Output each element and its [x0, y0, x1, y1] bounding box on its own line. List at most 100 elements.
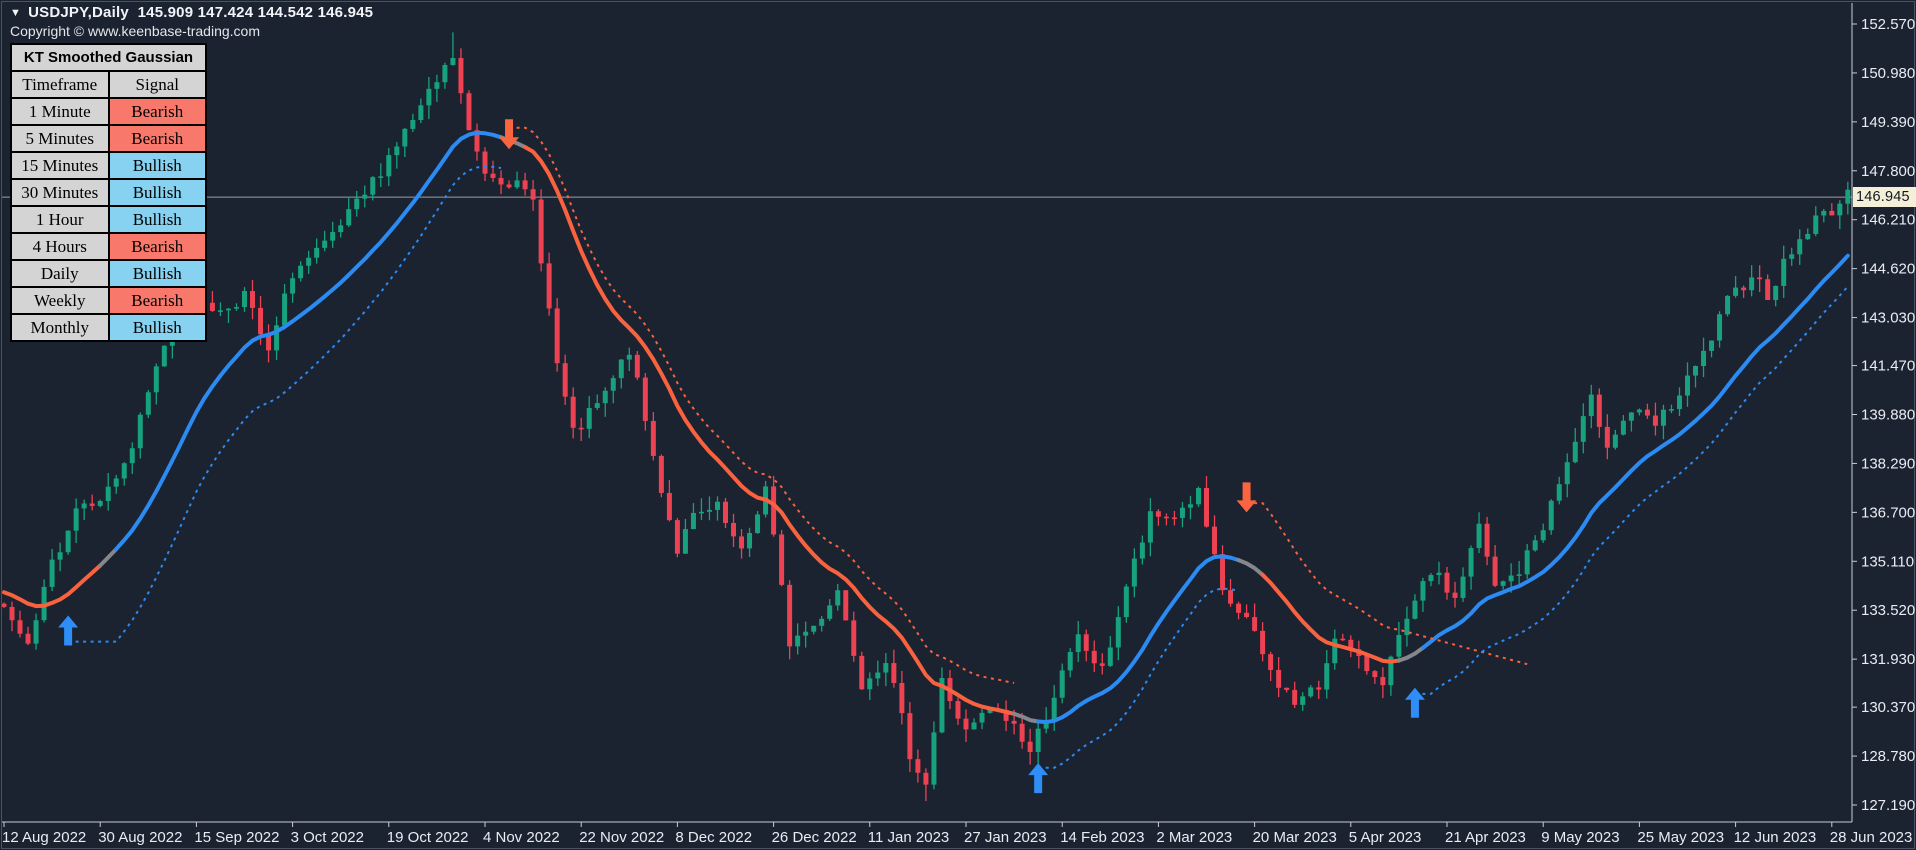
candle — [426, 88, 432, 106]
candle — [1821, 210, 1827, 216]
candle — [225, 308, 231, 311]
candle — [1596, 394, 1602, 427]
candle — [1604, 426, 1610, 448]
candle — [1701, 350, 1707, 367]
symbol-period-label: USDJPY,Daily — [28, 4, 129, 21]
candle — [506, 184, 512, 188]
candle — [442, 65, 448, 83]
candle — [731, 522, 737, 537]
candle — [1380, 677, 1386, 686]
candle — [1027, 741, 1033, 752]
candle — [1668, 409, 1674, 411]
candle — [153, 366, 159, 393]
candle — [458, 58, 464, 94]
candle — [1139, 542, 1145, 559]
candle — [546, 263, 552, 309]
candle — [578, 427, 584, 430]
x-axis-label: 11 Jan 2023 — [868, 829, 949, 846]
signal-cell: Bearish — [107, 97, 207, 126]
candle — [1725, 295, 1731, 315]
candle — [835, 590, 841, 606]
signal-cell: Bullish — [107, 313, 207, 342]
price-chart-canvas[interactable]: 152.570 150.980 149.390 147.800 146.210 144.6… — [0, 0, 1916, 850]
candle — [498, 177, 504, 185]
candle — [698, 511, 704, 514]
candle — [145, 392, 151, 415]
candle — [891, 663, 897, 683]
candle — [322, 240, 328, 248]
candle — [554, 308, 560, 364]
timeframe-cell: 4 Hours — [10, 232, 110, 261]
x-axis-label: 19 Oct 2022 — [387, 829, 469, 846]
timeframe-cell: 30 Minutes — [10, 178, 110, 207]
candle — [1276, 669, 1282, 688]
candle — [1444, 572, 1450, 593]
candle — [1676, 395, 1682, 410]
chart-window: { "window": { "symbol_period": "USDJPY,D… — [0, 0, 1916, 850]
candle — [81, 503, 87, 509]
candle — [1532, 540, 1538, 551]
candle — [97, 500, 103, 506]
candle — [1, 603, 7, 607]
signal-cell: Bearish — [107, 286, 207, 315]
panel-col-timeframe: Timeframe — [10, 70, 110, 99]
candle — [1059, 670, 1065, 698]
candle — [1693, 366, 1699, 376]
candle — [706, 509, 712, 512]
candle — [1548, 500, 1554, 531]
candle — [1107, 647, 1113, 666]
y-axis-label: 135.110 — [1861, 553, 1914, 570]
candle — [1187, 504, 1193, 508]
y-axis-label: 146.210 — [1861, 212, 1915, 229]
panel-col-signal: Signal — [107, 70, 207, 99]
candle — [217, 310, 223, 312]
candle — [1652, 415, 1658, 426]
candle — [787, 584, 793, 647]
x-axis-label: 12 Aug 2022 — [2, 829, 86, 846]
x-axis-label: 14 Feb 2023 — [1060, 829, 1144, 846]
candle — [1685, 375, 1690, 396]
candle — [811, 625, 817, 632]
signal-cell: Bullish — [107, 178, 207, 207]
y-axis-label: 141.470 — [1861, 358, 1915, 375]
candle — [1813, 215, 1819, 234]
y-axis-label: 130.370 — [1861, 699, 1915, 716]
signal-cell: Bearish — [107, 232, 207, 261]
candle — [1709, 340, 1715, 351]
current-price-badge: 146.945 — [1853, 187, 1916, 207]
candle — [1268, 654, 1274, 670]
ohlc-values: 145.909 147.424 144.542 146.945 — [137, 4, 374, 21]
candle — [1252, 617, 1258, 631]
candle — [602, 390, 608, 404]
candle — [1717, 314, 1723, 341]
candle — [1420, 581, 1426, 601]
symbol-dropdown-icon[interactable]: ▼ — [10, 7, 21, 19]
candle — [1228, 590, 1234, 604]
x-axis-label: 28 Jun 2023 — [1830, 829, 1913, 846]
candle — [1300, 696, 1306, 705]
y-axis-label: 133.520 — [1861, 602, 1915, 619]
candle — [1412, 600, 1418, 619]
candle — [1773, 285, 1779, 300]
candle — [739, 536, 745, 549]
candle — [650, 420, 656, 456]
candle — [402, 128, 408, 147]
candle — [1155, 511, 1161, 517]
x-axis-label: 5 Apr 2023 — [1349, 829, 1422, 846]
candle — [1468, 548, 1474, 577]
candle — [362, 194, 368, 199]
candle — [723, 501, 728, 523]
x-axis-label: 27 Jan 2023 — [964, 829, 1047, 846]
signal-cell: Bullish — [107, 151, 207, 180]
timeframe-cell: Weekly — [10, 286, 110, 315]
candle — [1644, 409, 1650, 416]
candle — [610, 378, 616, 391]
copyright-text: Copyright © www.keenbase-trading.com — [10, 23, 260, 39]
candle — [1636, 409, 1642, 413]
candle — [1628, 412, 1634, 421]
candle — [1428, 575, 1434, 582]
candle — [49, 559, 55, 587]
candle — [137, 414, 143, 449]
x-axis-label: 15 Sep 2022 — [194, 829, 279, 846]
candle — [1372, 671, 1378, 678]
